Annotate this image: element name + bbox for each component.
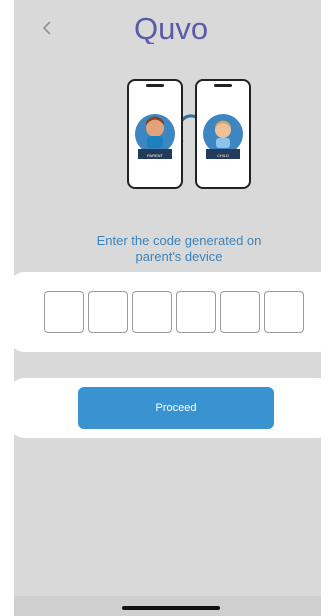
instruction-line-2: parent's device	[135, 249, 223, 264]
app-logo: Quvo	[132, 10, 242, 46]
code-digit-3[interactable]	[132, 291, 172, 333]
svg-text:Quvo: Quvo	[134, 11, 208, 44]
code-digit-4[interactable]	[176, 291, 216, 333]
code-instruction: Enter the code generated on parent's dev…	[54, 233, 304, 265]
child-phone-icon: CHILD	[195, 79, 251, 189]
parent-phone-icon: PARENT	[127, 79, 183, 189]
pairing-illustration: PARENT CHILD	[126, 78, 252, 192]
bottom-bar	[14, 596, 321, 616]
code-digit-5[interactable]	[220, 291, 260, 333]
code-digit-6[interactable]	[264, 291, 304, 333]
home-indicator[interactable]	[122, 606, 220, 610]
proceed-button[interactable]: Proceed	[78, 387, 274, 429]
svg-text:PARENT: PARENT	[147, 153, 163, 158]
code-digit-2[interactable]	[88, 291, 128, 333]
code-input-row	[44, 291, 304, 333]
chevron-left-icon	[42, 21, 51, 35]
svg-text:CHILD: CHILD	[217, 153, 229, 158]
code-digit-1[interactable]	[44, 291, 84, 333]
code-entry-card	[10, 272, 332, 352]
back-button[interactable]	[36, 16, 60, 40]
instruction-line-1: Enter the code generated on	[96, 233, 262, 248]
proceed-card: Proceed	[10, 378, 332, 438]
